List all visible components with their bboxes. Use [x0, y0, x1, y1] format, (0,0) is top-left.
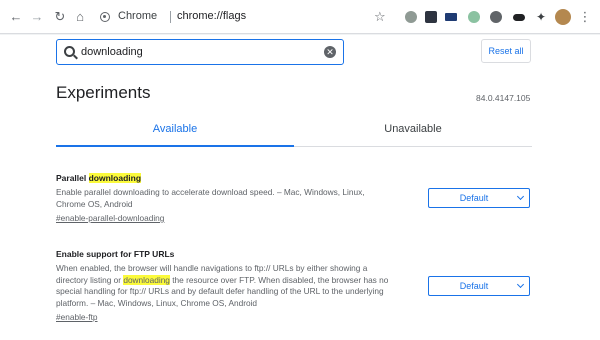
reset-all-button[interactable]: Reset all	[481, 39, 531, 63]
search-input[interactable]	[81, 44, 311, 60]
select-value: Default	[459, 281, 489, 291]
page-title: Experiments	[56, 83, 151, 102]
clear-search-icon[interactable]: ✕	[324, 46, 336, 58]
highlighted-match: downloading	[88, 173, 142, 183]
experiment-link[interactable]: #enable-ftp	[56, 312, 532, 322]
highlighted-match: downloading	[123, 274, 170, 285]
back-arrow-icon[interactable]: ←	[8, 9, 24, 25]
avatar[interactable]	[555, 9, 571, 25]
experiment-description: Enable parallel downloading to accelerat…	[56, 187, 365, 209]
experiment-enable-ftp: Enable support for FTP URLs When enabled…	[56, 249, 532, 322]
experiment-title: Parallel downloading	[56, 173, 532, 183]
puzzle-icon[interactable]: ✦	[533, 9, 549, 25]
forward-arrow-icon[interactable]: →	[29, 9, 45, 25]
menu-dots-icon[interactable]: ⋮	[577, 9, 593, 25]
omnibox-url[interactable]: chrome://flags	[177, 10, 246, 22]
reload-icon[interactable]: ↻	[52, 9, 68, 25]
experiment-select[interactable]: Default	[428, 276, 530, 296]
extension-green-icon[interactable]	[468, 11, 480, 23]
tab-unavailable[interactable]: Unavailable	[294, 123, 532, 135]
experiment-select[interactable]: Default	[428, 188, 530, 208]
extension-gear-icon[interactable]	[490, 11, 502, 23]
flags-page: ✕ Reset all Experiments 84.0.4147.105 Av…	[0, 35, 600, 340]
extension-mask-icon[interactable]	[513, 14, 525, 21]
search-box[interactable]: ✕	[56, 39, 344, 65]
address-bar[interactable]: Chrome chrome://flags ☆	[92, 6, 394, 28]
extension-gray-icon[interactable]	[405, 11, 417, 23]
tab-bar: Available Unavailable	[56, 117, 532, 147]
version-label: 84.0.4147.105	[476, 93, 531, 103]
omnibox-site-label: Chrome	[118, 10, 158, 22]
experiment-link[interactable]: #enable-parallel-downloading	[56, 213, 532, 223]
extension-flag-icon[interactable]	[445, 13, 457, 21]
chrome-site-icon	[100, 12, 110, 22]
omnibox-separator	[170, 11, 171, 23]
select-value: Default	[459, 193, 489, 203]
search-icon	[64, 46, 75, 57]
active-tab-indicator	[56, 145, 294, 147]
tab-available[interactable]: Available	[56, 123, 294, 135]
extension-dark-icon[interactable]	[425, 11, 437, 23]
browser-toolbar: ← → ↻ ⌂ Chrome chrome://flags ☆ ✦ ⋮	[0, 0, 600, 34]
bookmark-star-icon[interactable]: ☆	[374, 9, 386, 25]
experiment-parallel-downloading: Parallel downloading Enable parallel dow…	[56, 173, 532, 223]
home-icon[interactable]: ⌂	[72, 9, 88, 25]
experiment-title-text: Parallel	[56, 173, 89, 183]
experiment-description: When enabled, the browser will handle na…	[56, 263, 396, 309]
experiment-title: Enable support for FTP URLs	[56, 249, 175, 259]
